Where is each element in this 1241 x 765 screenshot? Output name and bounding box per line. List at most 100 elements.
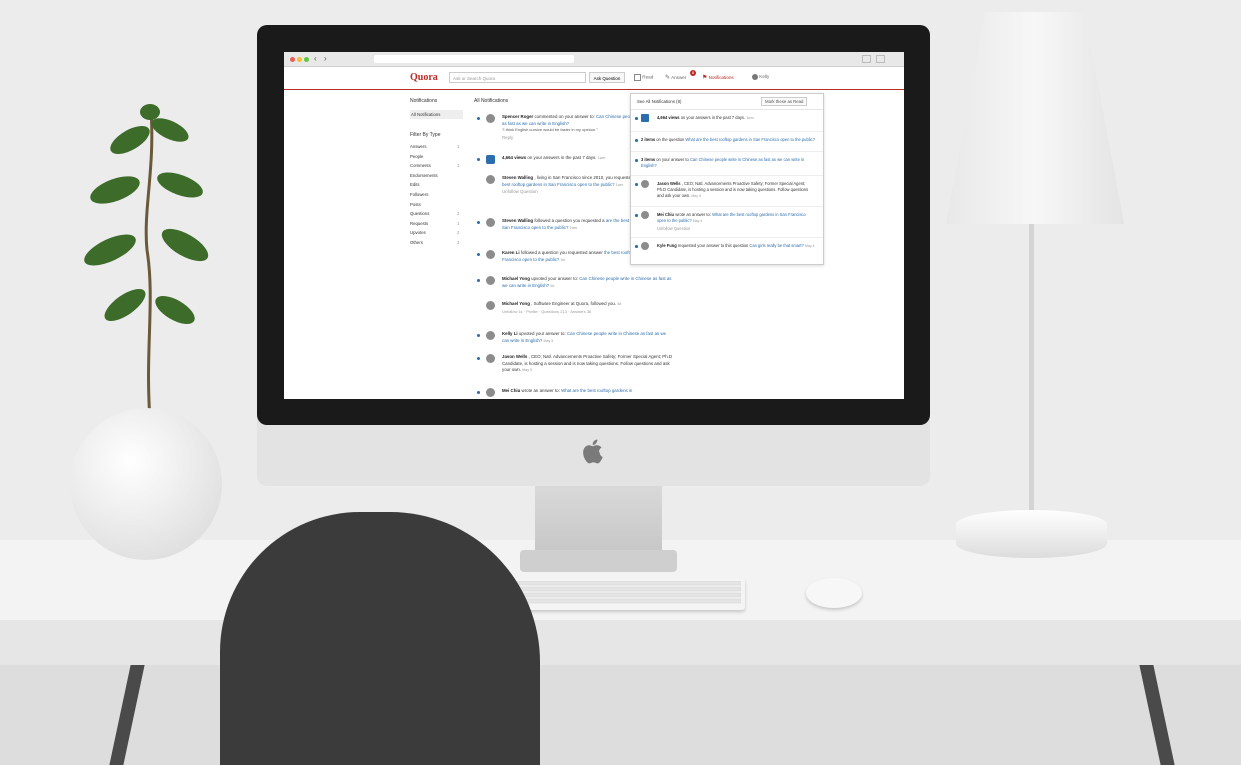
imac-foot (520, 550, 677, 572)
item-actor[interactable]: 2 items (641, 137, 655, 142)
search-input[interactable]: Ask or Search Quora (449, 72, 586, 83)
dropdown-item[interactable]: Kyle Fung requested your answer to this … (657, 243, 815, 249)
quora-logo[interactable]: Quora (410, 72, 438, 83)
item-actor[interactable]: Jason Wells (657, 181, 681, 186)
nav-profile-label: Kelly (759, 74, 770, 80)
item-actor[interactable]: Michael Yong (502, 301, 530, 306)
zoom-window-button[interactable] (304, 57, 309, 62)
close-window-button[interactable] (290, 57, 295, 62)
list-item[interactable]: Jason Wells , CEO; Natl. Advancements Pr… (502, 354, 674, 374)
sidebar-item-all[interactable]: All Notifications (410, 110, 463, 119)
imac-stand (535, 486, 662, 556)
mark-as-read-button[interactable]: Mark these as Read (761, 97, 808, 106)
screen: ‹ › Quora Ask or Search Quora Ask Questi… (284, 52, 904, 399)
forward-button[interactable]: › (324, 54, 327, 63)
avatar (641, 180, 649, 188)
item-actor[interactable]: Kyle Fung (657, 243, 677, 248)
list-item[interactable]: Kelly Li upvoted your answer to: Can Chi… (502, 331, 674, 344)
sidebar-item-others[interactable]: Others (410, 240, 423, 245)
sidebar-item-comments[interactable]: Comments (410, 163, 431, 168)
divider (631, 151, 823, 152)
item-actor[interactable]: Karen Li (502, 250, 520, 255)
ask-question-button[interactable]: Ask Question (589, 72, 625, 83)
item-actor[interactable]: 4,664 views (502, 155, 526, 160)
share-icon[interactable] (862, 55, 871, 63)
sidebar-item-endorsements[interactable]: Endorsements (410, 173, 438, 178)
url-bar[interactable] (374, 55, 574, 63)
dropdown-item[interactable]: 3 items on your answer to Can Chinese pe… (641, 157, 815, 169)
unread-dot (477, 279, 480, 282)
sidebar-item-people[interactable]: People (410, 154, 423, 159)
sidebar-item-followers[interactable]: Followers (410, 192, 428, 197)
avatar (641, 211, 649, 219)
item-text: wrote an answer to: (675, 212, 711, 217)
question-link[interactable]: What are the best rooftop gardens in (561, 388, 632, 393)
sidebar-item-requests[interactable]: Requests (410, 221, 428, 226)
follow-stats: Unfollow 1k · Profile · Questions 213 · … (502, 308, 592, 314)
unread-dot (477, 158, 480, 161)
timestamp: 1wm (597, 156, 606, 160)
sidebar-item-edits[interactable]: Edits (410, 182, 420, 187)
avatar (486, 331, 495, 340)
avatar (486, 354, 495, 363)
item-actor[interactable]: Jason Wells (502, 354, 527, 359)
timestamp: May 5 (522, 368, 533, 373)
feed-title: All Notifications (474, 98, 509, 104)
filter-title: Filter By Type (410, 132, 441, 138)
item-text: commented on your answer to: (534, 114, 595, 119)
sidebar-item-questions[interactable]: Questions (410, 211, 429, 216)
item-actor[interactable]: Mei Chiu (502, 388, 520, 393)
minimize-window-button[interactable] (297, 57, 302, 62)
timestamp: 1wm (569, 225, 578, 230)
item-text: on your answers in the past 7 days. (527, 155, 597, 160)
list-item[interactable]: Michael Yong upvoted your answer to: Can… (502, 276, 674, 289)
item-actor[interactable]: 4,664 views (657, 115, 680, 120)
item-actor[interactable]: 3 items (641, 157, 655, 162)
dropdown-item[interactable]: Jason Wells , CEO; Natl. Advancements Pr… (657, 181, 815, 199)
sidebar-item-upvotes[interactable]: Upvotes (410, 230, 426, 235)
dropdown-item[interactable]: 4,664 views on your answers in the past … (657, 115, 815, 121)
dropdown-header: See All Notifications (8) Mark these as … (631, 94, 823, 110)
pencil-icon: ✎ (665, 75, 671, 81)
item-actor[interactable]: Mei Chiu (657, 212, 674, 217)
item-text: upvoted your answer to: (531, 276, 579, 281)
item-actor[interactable]: Steven Walling (502, 218, 533, 223)
list-item[interactable]: Michael Yong , Software Engineer at Quor… (502, 301, 674, 315)
avatar (752, 74, 758, 80)
item-action-link[interactable]: Unfollow Question (657, 226, 815, 232)
lamp-base (956, 510, 1107, 558)
sidebar-count-questions: 2 (457, 211, 460, 217)
sidebar-item-posts[interactable]: Posts (410, 202, 421, 207)
sidebar-count-answers: 1 (457, 144, 460, 149)
tabs-icon[interactable] (876, 55, 885, 63)
sidebar-count-upvotes: 2 (457, 230, 460, 236)
lamp-pole (1029, 224, 1034, 514)
see-all-notifications-link[interactable]: See All Notifications (8) (637, 99, 681, 104)
nav-notifications[interactable]: ⚑ Notifications (702, 74, 734, 81)
dropdown-item[interactable]: 2 items on the question What are the bes… (641, 137, 815, 143)
nav-profile[interactable]: Kelly (752, 74, 769, 80)
item-actor[interactable]: Spencer Roger (502, 114, 533, 119)
unread-dot (635, 183, 638, 186)
question-link[interactable]: Can girls really be that smart? (749, 243, 803, 248)
timestamp: May 5 (691, 194, 701, 198)
apple-logo-icon (583, 439, 603, 464)
unread-dot (635, 159, 638, 162)
item-text: on your answers in the past 7 days. (680, 115, 746, 120)
sidebar-item-answers[interactable]: Answers (410, 144, 426, 149)
sidebar-title: Notifications (410, 98, 438, 104)
item-actor[interactable]: Steven Walling (502, 175, 533, 180)
question-link[interactable]: What are the best rooftop gardens in San… (685, 137, 815, 142)
dropdown-item[interactable]: Mei Chiu wrote an answer to: What are th… (657, 212, 815, 232)
list-item[interactable]: Mei Chiu wrote an answer to: What are th… (502, 388, 674, 395)
nav-read[interactable]: Read (634, 74, 653, 81)
back-button[interactable]: ‹ (314, 54, 317, 63)
timestamp: 5d (617, 302, 622, 306)
item-actor[interactable]: Kelly Li (502, 331, 518, 336)
unread-dot (477, 334, 480, 337)
timestamp: May 4 (804, 244, 815, 248)
item-text: requested your answer to this question (677, 243, 749, 248)
item-actor[interactable]: Michael Yong (502, 276, 530, 281)
nav-answer[interactable]: ✎ Answer (665, 74, 686, 81)
nav-answer-label: Answer (671, 75, 687, 80)
